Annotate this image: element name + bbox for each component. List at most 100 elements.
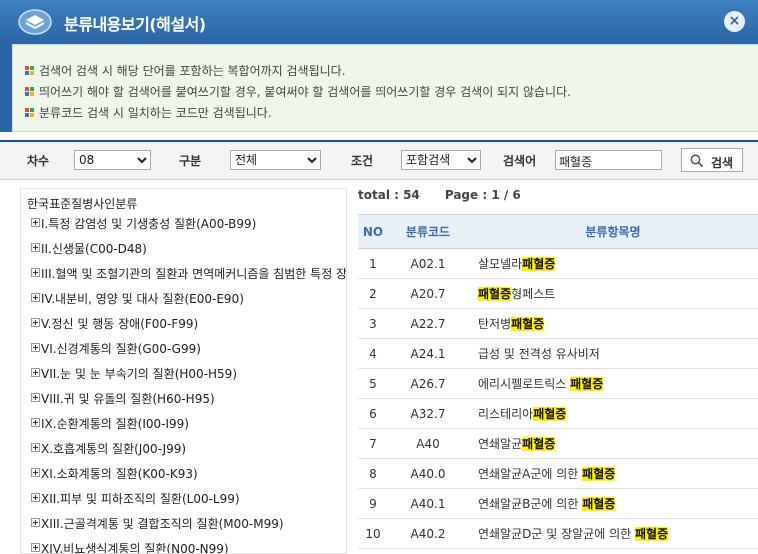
classification-tree: 한국표준질병사인분류 I.특정 감염성 및 기생충성 질환(A00-B99) I… (20, 188, 347, 554)
row-name[interactable]: 리스테리아패혈증 (468, 398, 758, 429)
notice-line: 분류코드 검색 시 일치하는 코드만 검색됩니다. (25, 104, 272, 121)
close-icon[interactable]: × (724, 11, 745, 32)
plus-box-icon[interactable] (31, 393, 40, 402)
row-name[interactable]: 연쇄알균A군에 의한 패혈증 (468, 458, 758, 489)
keyword-input[interactable]: 패혈증 (555, 150, 662, 170)
plus-box-icon[interactable] (31, 268, 40, 277)
row-name[interactable]: 급성 및 전격성 유사비저 (468, 338, 758, 369)
edition-select[interactable]: 08 (74, 150, 151, 170)
tree-node[interactable]: XII.피부 및 피하조직의 질환(L00-L99) (31, 490, 240, 507)
table-row[interactable]: 5 A26.7 에리시펠로트릭스 패혈증 (358, 368, 758, 399)
tree-node[interactable]: VII.눈 및 눈 부속기의 질환(H00-H59) (31, 365, 237, 382)
row-name[interactable]: 연쇄알균B군에 의한 패혈증 (468, 488, 758, 519)
plus-box-icon[interactable] (31, 543, 40, 552)
tree-node[interactable]: XIV.비뇨생식계통의 질환(N00-N99) (31, 540, 229, 553)
row-no: 3 (358, 308, 388, 339)
result-summary: total : 54 Page : 1 / 6 (358, 188, 521, 202)
left-frame-strip (0, 44, 12, 136)
keyword-highlight: 패혈증 (570, 377, 604, 391)
type-select[interactable]: 전체 (230, 150, 321, 170)
row-name[interactable]: 연쇄알균D군 및 장알균에 의한 패혈증 (468, 518, 758, 549)
keyword-highlight: 패혈증 (478, 287, 512, 301)
column-header-code: 분류코드 (388, 214, 468, 249)
table-row[interactable]: 1 A02.1 살모넬라패혈증 (358, 248, 758, 279)
row-code: A40.0 (388, 458, 468, 489)
row-name[interactable]: 에리시펠로트릭스 패혈증 (468, 368, 758, 399)
condition-select[interactable]: 포함검색 (401, 150, 481, 170)
row-name[interactable]: 탄저병패혈증 (468, 308, 758, 339)
row-code: A26.7 (388, 368, 468, 399)
table-row[interactable]: 2 A20.7 패혈증형페스트 (358, 278, 758, 309)
colored-square-bullet-icon (25, 66, 34, 75)
plus-box-icon[interactable] (31, 343, 40, 352)
keyword-highlight: 패혈증 (522, 257, 556, 271)
tree-node[interactable]: V.정신 및 행동 장애(F00-F99) (31, 315, 198, 332)
table-header-row: NO 분류코드 분류항목명 (358, 214, 758, 249)
search-icon (690, 154, 704, 168)
plus-box-icon[interactable] (31, 443, 40, 452)
row-no: 1 (358, 248, 388, 279)
row-no: 2 (358, 278, 388, 309)
tree-node[interactable]: III.혈액 및 조혈기관의 질환과 면역메커니즘을 침범한 특정 장 (31, 265, 346, 282)
plus-box-icon[interactable] (31, 318, 40, 327)
condition-label: 조건 (351, 154, 374, 168)
colored-square-bullet-icon (25, 108, 34, 117)
plus-box-icon[interactable] (31, 218, 40, 227)
row-code: A40 (388, 428, 468, 459)
tree-node[interactable]: VI.신경계통의 질환(G00-G99) (31, 340, 201, 357)
tree-node[interactable]: VIII.귀 및 유돌의 질환(H60-H95) (31, 390, 215, 407)
table-row[interactable]: 9 A40.1 연쇄알균B군에 의한 패혈증 (358, 488, 758, 519)
row-no: 6 (358, 398, 388, 429)
page-indicator: Page : 1 / 6 (444, 188, 521, 202)
search-bar: 차수 08 구분 전체 조건 포함검색 검색어 패혈증 검색 (0, 140, 758, 180)
total-count: total : 54 (358, 188, 420, 202)
row-name[interactable]: 패혈증형페스트 (468, 278, 758, 309)
tree-node[interactable]: X.호흡계통의 질환(J00-J99) (31, 440, 186, 457)
table-row[interactable]: 6 A32.7 리스테리아패혈증 (358, 398, 758, 429)
row-code: A02.1 (388, 248, 468, 279)
plus-box-icon[interactable] (31, 243, 40, 252)
tree-node[interactable]: XI.소화계통의 질환(K00-K93) (31, 465, 198, 482)
table-row[interactable]: 8 A40.0 연쇄알균A군에 의한 패혈증 (358, 458, 758, 489)
row-name[interactable]: 연쇄알균패혈증 (468, 428, 758, 459)
colored-square-bullet-icon (25, 87, 34, 96)
row-no: 10 (358, 518, 388, 549)
keyword-highlight: 패혈증 (533, 407, 567, 421)
search-button[interactable]: 검색 (681, 148, 743, 172)
row-no: 9 (358, 488, 388, 519)
tree-node[interactable]: IV.내분비, 영양 및 대사 질환(E00-E90) (31, 290, 244, 307)
row-no: 4 (358, 338, 388, 369)
plus-box-icon[interactable] (31, 518, 40, 527)
keyword-highlight: 패혈증 (634, 527, 669, 541)
table-row[interactable]: 4 A24.1 급성 및 전격성 유사비저 (358, 338, 758, 369)
tree-node[interactable]: I.특정 감염성 및 기생충성 질환(A00-B99) (31, 215, 256, 232)
spacer (0, 132, 758, 140)
tree-node[interactable]: II.신생물(C00-D48) (31, 240, 147, 257)
window-title: 분류내용보기(해설서) (64, 15, 206, 34)
row-code: A40.1 (388, 488, 468, 519)
search-notice: 검색어 검색 시 해당 단어를 포함하는 복합어까지 검색됩니다. 띄어쓰기 해… (12, 44, 758, 132)
type-label: 구분 (179, 154, 202, 168)
keyword-label: 검색어 (503, 154, 537, 168)
plus-box-icon[interactable] (31, 368, 40, 377)
results-table: NO 분류코드 분류항목명 1 A02.1 살모넬라패혈증 2 A20.7 패혈… (358, 214, 758, 549)
row-no: 8 (358, 458, 388, 489)
keyword-highlight: 패혈증 (582, 497, 616, 511)
window-titlebar: 분류내용보기(해설서) × (0, 0, 758, 44)
tree-node[interactable]: IX.순환계통의 질환(I00-I99) (31, 415, 189, 432)
column-header-name: 분류항목명 (468, 214, 758, 249)
row-code: A20.7 (388, 278, 468, 309)
table-row[interactable]: 10 A40.2 연쇄알균D군 및 장알균에 의한 패혈증 (358, 518, 758, 549)
plus-box-icon[interactable] (31, 418, 40, 427)
edition-label: 차수 (27, 154, 50, 168)
plus-box-icon[interactable] (31, 493, 40, 502)
plus-box-icon[interactable] (31, 293, 40, 302)
row-name[interactable]: 살모넬라패혈증 (468, 248, 758, 279)
keyword-highlight: 패혈증 (582, 467, 616, 481)
row-no: 7 (358, 428, 388, 459)
plus-box-icon[interactable] (31, 468, 40, 477)
tree-node[interactable]: XIII.근골격계통 및 결합조직의 질환(M00-M99) (31, 515, 284, 532)
table-row[interactable]: 3 A22.7 탄저병패혈증 (358, 308, 758, 339)
table-row[interactable]: 7 A40 연쇄알균패혈증 (358, 428, 758, 459)
tree-root: 한국표준질병사인분류 (27, 197, 138, 211)
